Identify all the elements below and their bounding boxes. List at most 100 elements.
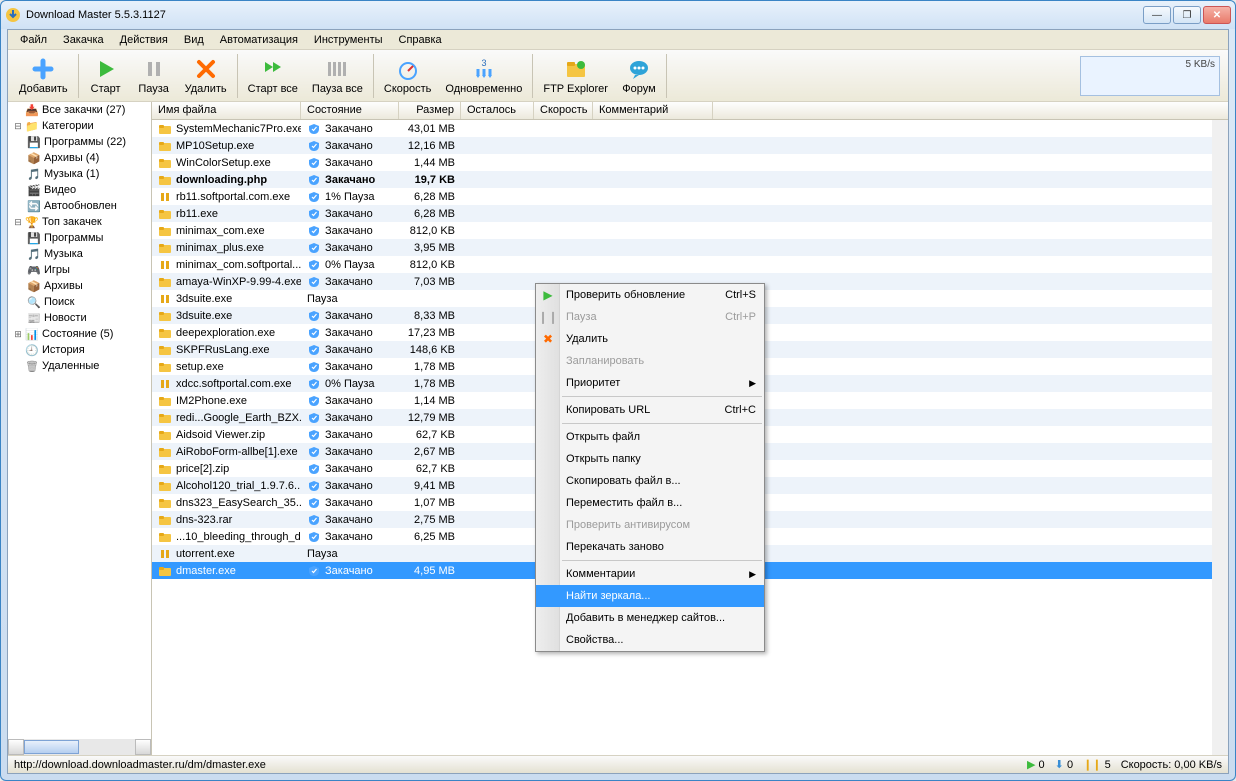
shield-icon <box>307 327 321 339</box>
scroll-left-button[interactable] <box>8 739 24 755</box>
tree-node[interactable]: 📥Все закачки (27) <box>8 102 151 118</box>
ctx-item[interactable]: Открыть папку <box>536 448 764 470</box>
file-size: 12,79 MB <box>399 412 461 424</box>
status-paused: ❙❙ 5 <box>1083 758 1111 771</box>
ctx-item[interactable]: Переместить файл в... <box>536 492 764 514</box>
file-size: 7,03 MB <box>399 276 461 288</box>
ctx-item[interactable]: ✖Удалить <box>536 328 764 350</box>
expand-icon[interactable]: ⊟ <box>12 121 24 132</box>
toolbar-Скорость[interactable]: Скорость <box>377 52 439 100</box>
toolbar-FTP Explorer[interactable]: FTP Explorer <box>536 52 615 100</box>
ctx-item[interactable]: Скопировать файл в... <box>536 470 764 492</box>
tree-node[interactable]: 🎬Видео <box>8 182 151 198</box>
table-row[interactable]: WinColorSetup.exeЗакачано1,44 MB <box>152 154 1228 171</box>
toolbar-Добавить[interactable]: Добавить <box>12 52 75 100</box>
table-row[interactable]: rb11.exeЗакачано6,28 MB <box>152 205 1228 222</box>
tree-node[interactable]: 🎮Игры <box>8 262 151 278</box>
tree-icon: 💾 <box>26 135 42 149</box>
toolbar-Удалить[interactable]: Удалить <box>178 52 234 100</box>
tree-node[interactable]: 📦Архивы (4) <box>8 150 151 166</box>
table-row[interactable]: SystemMechanic7Pro.exeЗакачано43,01 MB <box>152 120 1228 137</box>
table-row[interactable]: rb11.softportal.com.exe1% Пауза6,28 MB <box>152 188 1228 205</box>
category-tree[interactable]: 📥Все закачки (27)⊟📁Категории💾Программы (… <box>8 102 152 755</box>
tree-node[interactable]: 📰Новости <box>8 310 151 326</box>
tree-node[interactable]: 💾Программы <box>8 230 151 246</box>
ctx-item[interactable]: Свойства... <box>536 629 764 651</box>
column-headers[interactable]: Имя файлаСостояниеРазмерОсталосьСкорость… <box>152 102 1228 120</box>
menu-Закачка[interactable]: Закачка <box>55 32 112 48</box>
title-bar[interactable]: Download Master 5.5.3.1127 — ❐ ✕ <box>1 1 1235 29</box>
maximize-button[interactable]: ❐ <box>1173 6 1201 24</box>
table-row[interactable]: minimax_com.exeЗакачано812,0 KB <box>152 222 1228 239</box>
column-header[interactable]: Имя файла <box>152 102 301 119</box>
file-size: 19,7 KB <box>399 174 461 186</box>
column-header[interactable]: Осталось <box>461 102 534 119</box>
menu-Действия[interactable]: Действия <box>112 32 176 48</box>
ctx-shortcut: Ctrl+P <box>725 311 756 323</box>
file-icon <box>158 514 172 526</box>
menu-Вид[interactable]: Вид <box>176 32 212 48</box>
toolbar-Старт все[interactable]: Старт все <box>241 52 305 100</box>
table-row[interactable]: MP10Setup.exeЗакачано12,16 MB <box>152 137 1228 154</box>
ctx-item[interactable]: Открыть файл <box>536 426 764 448</box>
tree-node[interactable]: 📦Архивы <box>8 278 151 294</box>
tree-node[interactable]: 🔍Поиск <box>8 294 151 310</box>
ctx-item[interactable]: Перекачать заново <box>536 536 764 558</box>
tree-hscrollbar[interactable] <box>8 739 151 755</box>
toolbar-Пауза все[interactable]: Пауза все <box>305 52 370 100</box>
tree-node[interactable]: 🎵Музыка (1) <box>8 166 151 182</box>
menu-Инструменты[interactable]: Инструменты <box>306 32 391 48</box>
expand-icon[interactable]: ⊟ <box>12 217 24 228</box>
toolbar-Форум[interactable]: Форум <box>615 52 663 100</box>
ctx-item[interactable]: Комментарии▶ <box>536 563 764 585</box>
ctx-item[interactable]: Найти зеркала... <box>536 585 764 607</box>
table-row[interactable]: downloading.phpЗакачано19,7 KB <box>152 171 1228 188</box>
scroll-right-button[interactable] <box>135 739 151 755</box>
tree-node[interactable]: 💾Программы (22) <box>8 134 151 150</box>
tree-node[interactable]: 🗑Удаленные <box>8 358 151 374</box>
file-name: ...10_bleeding_through_de... <box>176 531 301 543</box>
toolbar-Старт[interactable]: Старт <box>82 52 130 100</box>
table-row[interactable]: minimax_plus.exeЗакачано3,95 MB <box>152 239 1228 256</box>
ctx-item[interactable]: Копировать URLCtrl+C <box>536 399 764 421</box>
ctx-item[interactable]: Приоритет▶ <box>536 372 764 394</box>
expand-icon[interactable]: ⊞ <box>12 329 24 340</box>
context-menu[interactable]: ▶Проверить обновлениеCtrl+S❙❙ПаузаCtrl+P… <box>535 283 765 652</box>
tree-node[interactable]: ⊟🏆Топ закачек <box>8 214 151 230</box>
shield-icon <box>307 242 321 254</box>
file-icon <box>158 497 172 509</box>
tree-icon: 📦 <box>26 151 42 165</box>
tree-node[interactable]: 🎵Музыка <box>8 246 151 262</box>
file-name: SystemMechanic7Pro.exe <box>176 123 301 135</box>
table-row[interactable]: minimax_com.softportal....0% Пауза812,0 … <box>152 256 1228 273</box>
file-name: rb11.exe <box>176 208 218 220</box>
minimize-button[interactable]: — <box>1143 6 1171 24</box>
tree-label: Программы (22) <box>44 136 126 148</box>
file-state: Закачано <box>325 140 373 152</box>
column-header[interactable]: Размер <box>399 102 461 119</box>
ctx-item[interactable]: Добавить в менеджер сайтов... <box>536 607 764 629</box>
expand-icon[interactable] <box>12 345 24 355</box>
close-button[interactable]: ✕ <box>1203 6 1231 24</box>
shield-icon <box>307 174 321 186</box>
expand-icon[interactable] <box>12 361 24 371</box>
file-state: Пауза <box>307 293 338 305</box>
toolbar-Пауза[interactable]: Пауза <box>130 52 178 100</box>
menu-Справка[interactable]: Справка <box>391 32 450 48</box>
expand-icon[interactable] <box>12 105 24 115</box>
scroll-thumb[interactable] <box>24 740 79 754</box>
menu-Файл[interactable]: Файл <box>12 32 55 48</box>
ctx-item[interactable]: ▶Проверить обновлениеCtrl+S <box>536 284 764 306</box>
column-header[interactable]: Комментарий <box>593 102 713 119</box>
tree-node[interactable]: ⊞📊Состояние (5) <box>8 326 151 342</box>
tree-label: Музыка <box>44 248 83 260</box>
vscrollbar[interactable] <box>1212 120 1228 755</box>
column-header[interactable]: Состояние <box>301 102 399 119</box>
toolbar-Одновременно[interactable]: 3Одновременно <box>438 52 529 100</box>
tree-node[interactable]: ⊟📁Категории <box>8 118 151 134</box>
tree-node[interactable]: 🕘История <box>8 342 151 358</box>
file-icon <box>158 242 172 254</box>
column-header[interactable]: Скорость <box>534 102 593 119</box>
tree-node[interactable]: 🔄Автообновлен <box>8 198 151 214</box>
menu-Автоматизация[interactable]: Автоматизация <box>212 32 306 48</box>
